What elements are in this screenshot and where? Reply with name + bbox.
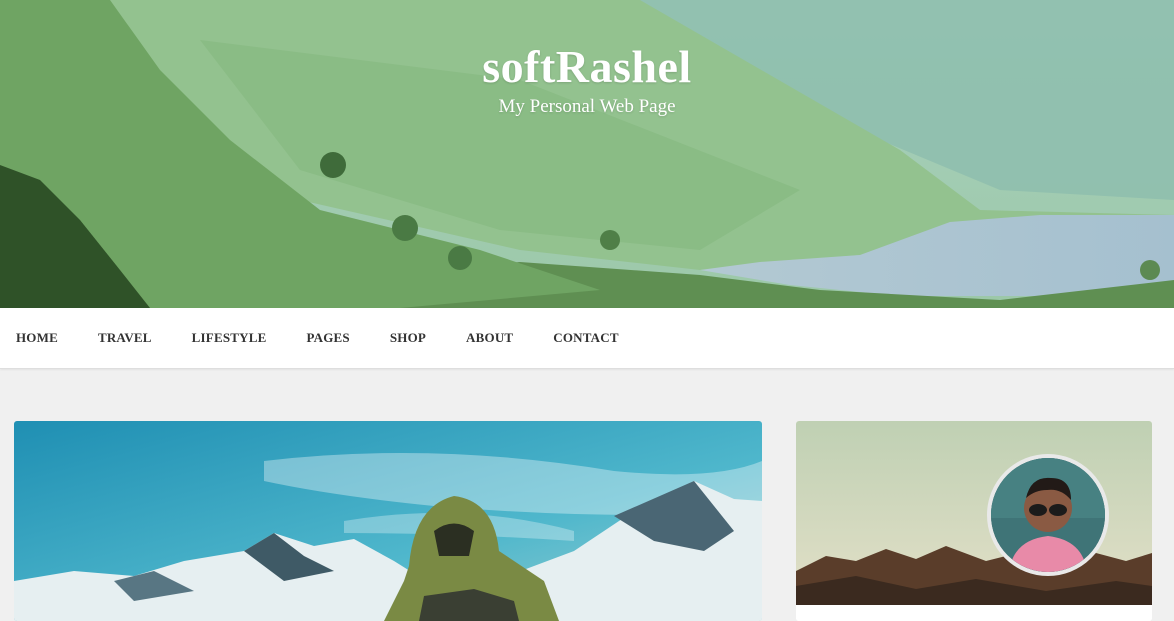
- nav-item-pages[interactable]: PAGES: [306, 330, 349, 346]
- sidebar-about-card: [796, 421, 1152, 621]
- nav-item-home[interactable]: HOME: [16, 330, 58, 346]
- profile-photo: [991, 458, 1105, 572]
- profile-avatar[interactable]: [987, 454, 1109, 576]
- header-hero: softRashel My Personal Web Page: [0, 0, 1174, 308]
- main-navigation: HOME TRAVEL LIFESTYLE PAGES SHOP ABOUT C…: [0, 308, 1174, 369]
- nav-item-lifestyle[interactable]: LIFESTYLE: [192, 330, 267, 346]
- featured-post-image[interactable]: [14, 421, 762, 621]
- nav-item-contact[interactable]: CONTACT: [553, 330, 618, 346]
- nav-item-shop[interactable]: SHOP: [390, 330, 426, 346]
- nav-item-about[interactable]: ABOUT: [466, 330, 513, 346]
- nav-menu: HOME TRAVEL LIFESTYLE PAGES SHOP ABOUT C…: [0, 308, 1174, 368]
- nav-item-travel[interactable]: TRAVEL: [98, 330, 152, 346]
- featured-post-card[interactable]: [14, 421, 762, 621]
- site-tagline: My Personal Web Page: [498, 96, 676, 117]
- site-title[interactable]: softRashel: [0, 40, 1174, 94]
